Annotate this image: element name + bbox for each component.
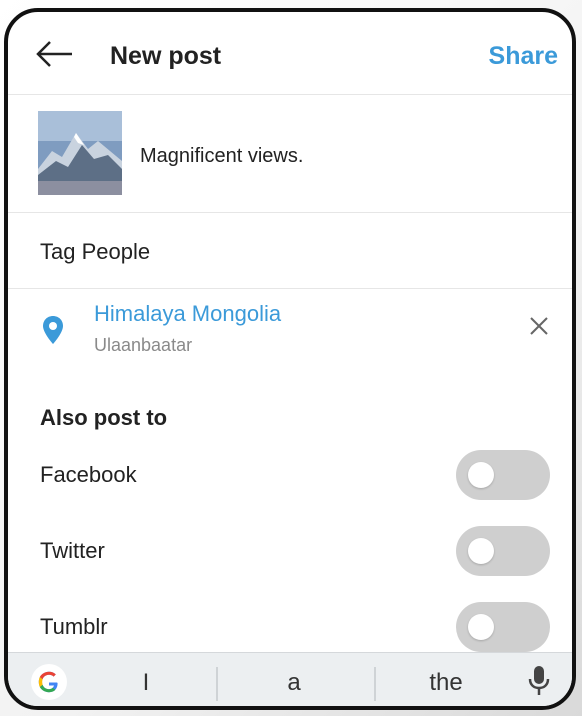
share-row-facebook: Facebook bbox=[8, 446, 572, 506]
location-pin-icon bbox=[42, 315, 64, 345]
post-thumbnail[interactable] bbox=[38, 111, 122, 195]
suggestion-2[interactable]: a bbox=[254, 669, 334, 697]
facebook-toggle[interactable] bbox=[456, 450, 550, 500]
share-row-tumblr: Tumblr bbox=[8, 598, 572, 658]
page-title: New post bbox=[110, 42, 222, 70]
keyboard-suggestion-bar: I a the bbox=[8, 652, 572, 706]
suggestion-1[interactable]: I bbox=[106, 669, 186, 697]
suggestion-divider bbox=[216, 667, 218, 701]
tag-people-row[interactable]: Tag People bbox=[8, 213, 572, 289]
twitter-toggle[interactable] bbox=[456, 526, 550, 576]
phone-screen: New post Share Magnificent views. Tag Pe… bbox=[4, 8, 576, 710]
share-row-twitter: Twitter bbox=[8, 522, 572, 582]
suggestion-divider bbox=[374, 667, 376, 701]
tag-people-label: Tag People bbox=[40, 239, 151, 264]
google-icon[interactable] bbox=[30, 663, 68, 701]
toggle-knob bbox=[468, 462, 494, 488]
top-app-bar: New post Share bbox=[8, 12, 572, 95]
also-post-to-heading: Also post to bbox=[40, 405, 168, 430]
share-label-tumblr: Tumblr bbox=[40, 614, 108, 639]
back-arrow-icon[interactable] bbox=[34, 39, 74, 69]
share-button[interactable]: Share bbox=[489, 42, 558, 71]
location-name[interactable]: Himalaya Mongolia bbox=[94, 301, 281, 327]
toggle-knob bbox=[468, 538, 494, 564]
post-caption[interactable]: Magnificent views. bbox=[140, 145, 303, 168]
location-row: Himalaya Mongolia Ulaanbaatar bbox=[8, 289, 572, 377]
location-subtitle: Ulaanbaatar bbox=[94, 335, 193, 355]
post-preview-row: Magnificent views. bbox=[8, 95, 572, 213]
share-label-facebook: Facebook bbox=[40, 462, 137, 487]
close-icon[interactable] bbox=[528, 315, 550, 337]
suggestion-3[interactable]: the bbox=[406, 669, 486, 697]
microphone-icon[interactable] bbox=[528, 665, 550, 697]
tumblr-toggle[interactable] bbox=[456, 602, 550, 652]
share-label-twitter: Twitter bbox=[40, 538, 105, 563]
toggle-knob bbox=[468, 614, 494, 640]
